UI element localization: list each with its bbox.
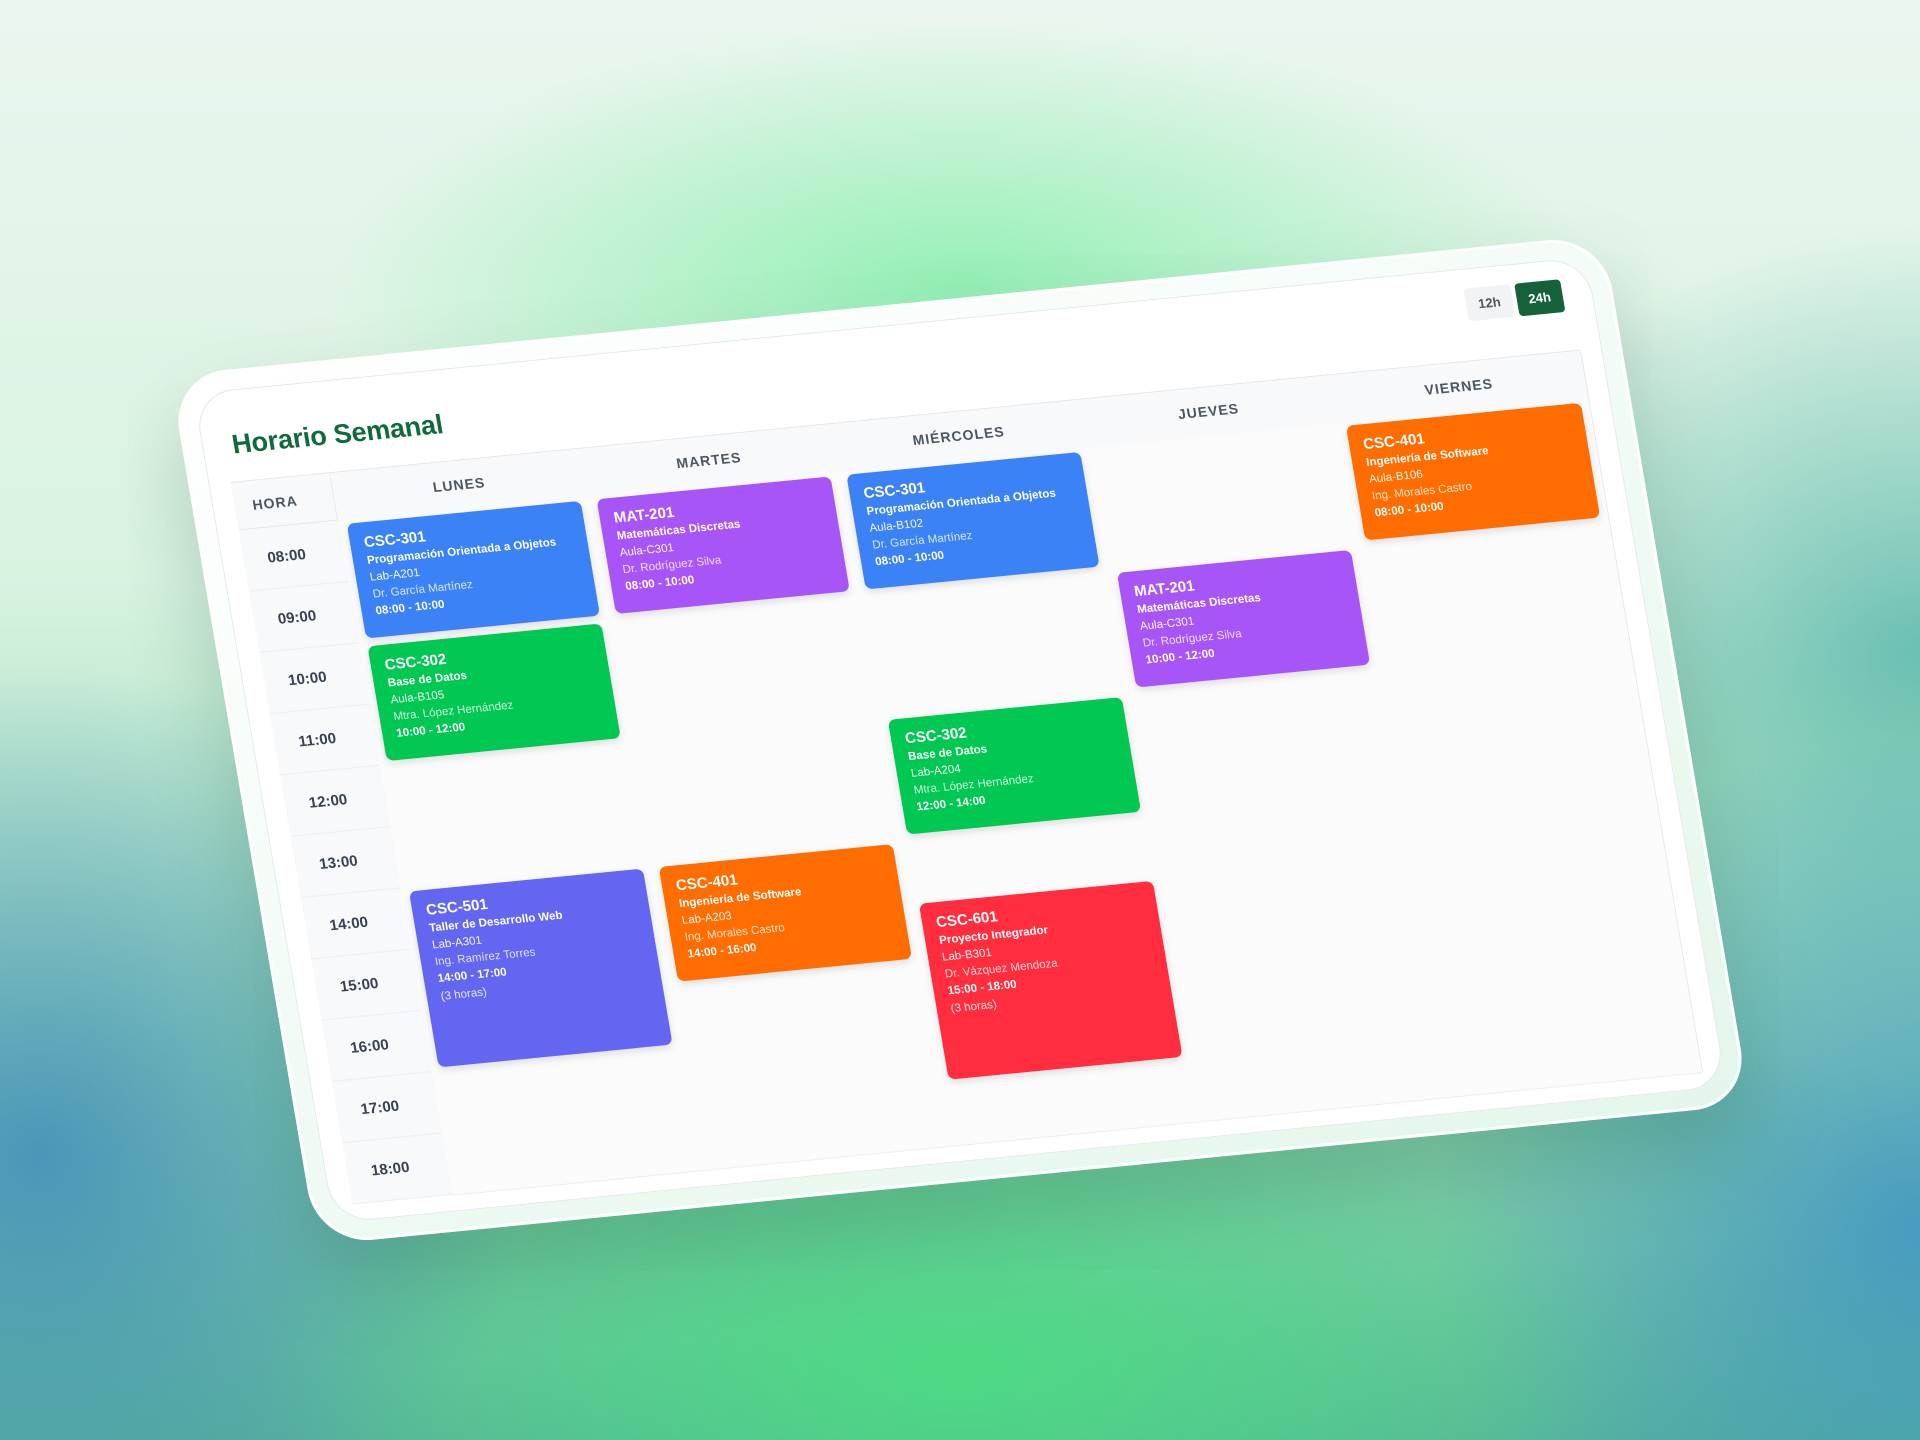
time-label: 17:00 — [331, 1072, 442, 1144]
class-card[interactable]: CSC-302 Base de Datos Lab-A204 Mtra. López … — [887, 697, 1142, 835]
format-12h-button[interactable]: 12h — [1463, 284, 1516, 322]
time-label: 13:00 — [290, 827, 401, 899]
class-card[interactable]: CSC-501 Taller de Desarrollo Web Lab-A301 I… — [408, 868, 673, 1068]
page-title: Horario Semanal — [229, 409, 446, 460]
class-card[interactable]: MAT-201 Matemáticas Discretas Aula-C301 Dr.… — [1116, 549, 1371, 688]
time-format-toggle: 12h 24h — [1463, 279, 1566, 322]
weekly-schedule-grid: HORA LUNES MARTES MIÉRCOLES JUEVES VIERN… — [230, 349, 1704, 1205]
tablet-device: Horario Semanal 12h 24h HORA LUNES MARTE… — [169, 234, 1751, 1246]
background: Horario Semanal 12h 24h HORA LUNES MARTE… — [0, 0, 1920, 1440]
time-label: 15:00 — [311, 949, 422, 1021]
time-label: 08:00 — [238, 520, 349, 592]
class-card[interactable]: CSC-301 Programación Orientada a Objetos A… — [846, 451, 1100, 590]
time-label: 11:00 — [269, 704, 380, 776]
class-card[interactable]: CSC-302 Base de Datos Aula-B105 Mtra. López… — [367, 623, 621, 762]
class-card[interactable]: CSC-401 Ingeniería de Software Lab-A203 Ing… — [658, 844, 913, 982]
time-label: 12:00 — [280, 765, 390, 837]
time-label: 14:00 — [300, 888, 411, 960]
format-24h-button[interactable]: 24h — [1513, 279, 1566, 317]
class-card[interactable]: CSC-601 Proyecto Integrador Lab-B301 Dr. Vá… — [918, 880, 1183, 1080]
time-label: 09:00 — [248, 581, 359, 653]
class-card[interactable]: CSC-301 Programación Orientada a Objetos L… — [346, 500, 601, 639]
time-label: 18:00 — [342, 1133, 453, 1205]
class-card[interactable]: CSC-401 Ingeniería de Software Aula-B106 In… — [1345, 402, 1601, 541]
class-card[interactable]: MAT-201 Matemáticas Discretas Aula-C301 Dr.… — [596, 476, 850, 614]
schedule-screen: Horario Semanal 12h 24h HORA LUNES MARTE… — [193, 256, 1727, 1224]
time-label: 10:00 — [259, 643, 370, 715]
time-label: 16:00 — [321, 1010, 432, 1082]
